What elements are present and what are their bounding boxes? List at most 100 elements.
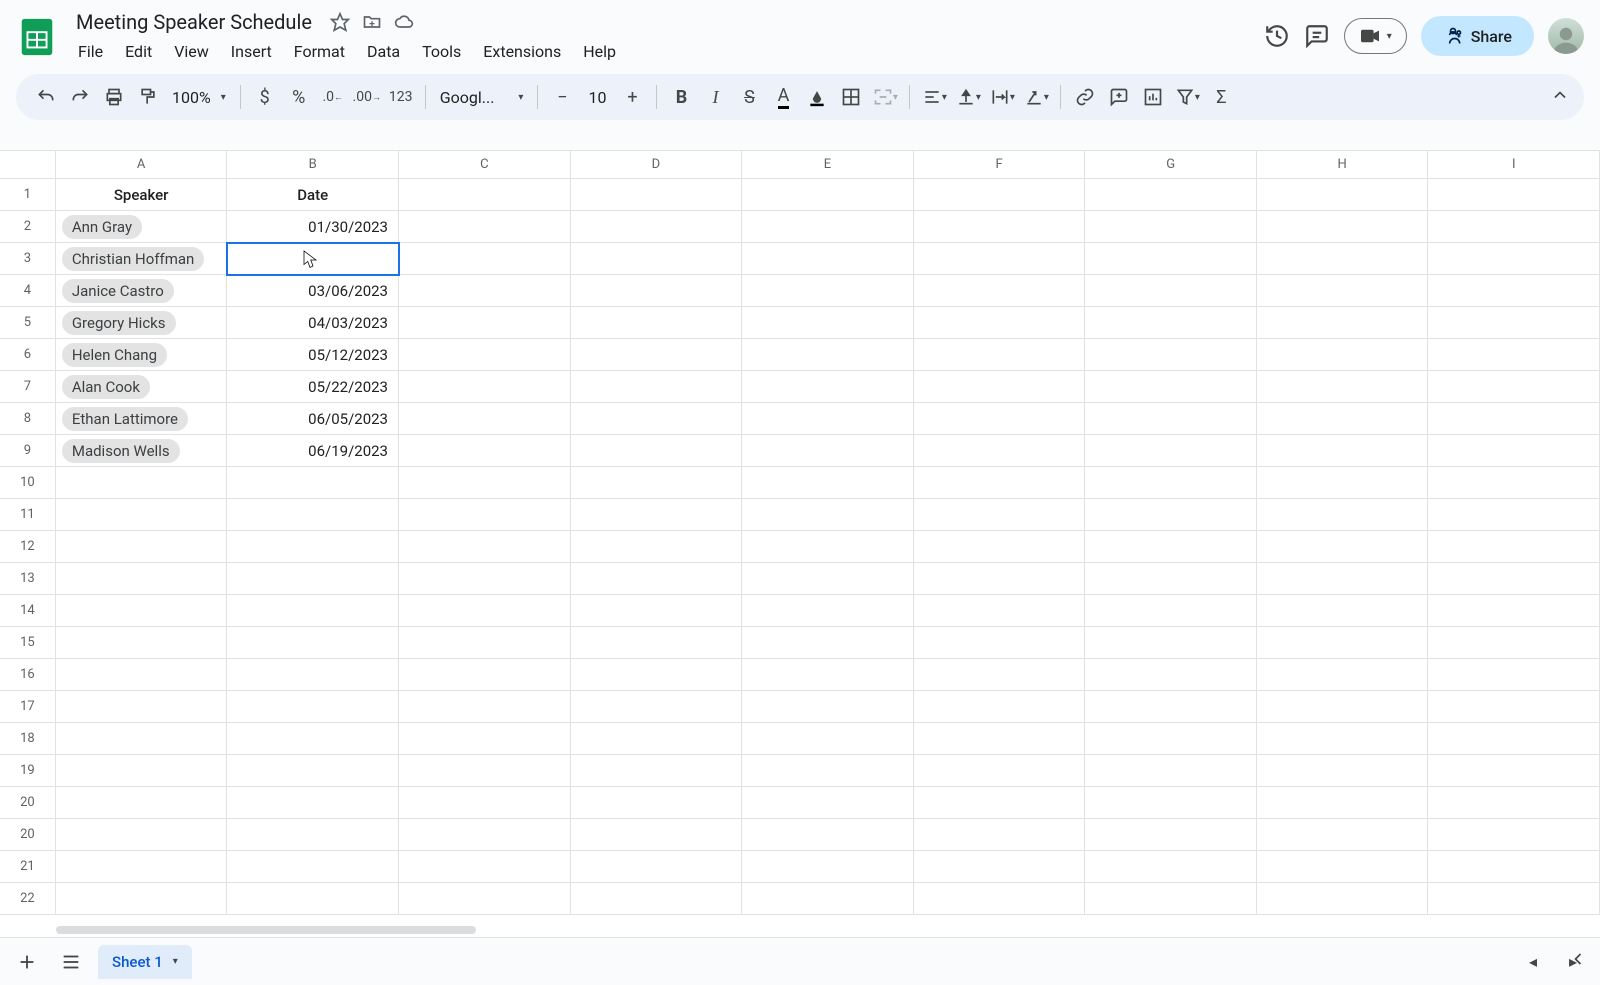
cell[interactable] bbox=[742, 243, 914, 275]
menu-extensions[interactable]: Extensions bbox=[473, 38, 571, 65]
cell[interactable] bbox=[1257, 339, 1429, 371]
row-header[interactable]: 20 bbox=[0, 819, 56, 851]
row-header[interactable]: 20 bbox=[0, 787, 56, 819]
cell[interactable] bbox=[399, 211, 571, 243]
cell[interactable] bbox=[1085, 691, 1257, 723]
text-color-button[interactable]: A bbox=[767, 81, 799, 113]
col-header-F[interactable]: F bbox=[914, 151, 1086, 178]
cell[interactable] bbox=[1257, 435, 1429, 467]
select-all-corner[interactable] bbox=[0, 151, 56, 178]
cell[interactable] bbox=[399, 179, 571, 211]
cell[interactable]: 01/30/2023 bbox=[227, 211, 399, 243]
cell[interactable] bbox=[399, 435, 571, 467]
cell[interactable] bbox=[399, 819, 571, 851]
cell[interactable] bbox=[914, 659, 1086, 691]
cell[interactable] bbox=[1428, 787, 1600, 819]
cell[interactable] bbox=[227, 787, 399, 819]
cell[interactable] bbox=[1428, 467, 1600, 499]
cell[interactable] bbox=[1428, 435, 1600, 467]
cell[interactable] bbox=[56, 691, 228, 723]
cell[interactable] bbox=[56, 499, 228, 531]
cell[interactable]: Speaker bbox=[56, 179, 228, 211]
cell[interactable] bbox=[571, 211, 743, 243]
col-header-G[interactable]: G bbox=[1085, 151, 1257, 178]
undo-button[interactable] bbox=[30, 81, 62, 113]
collapse-toolbar-button[interactable] bbox=[1550, 85, 1570, 109]
cell[interactable] bbox=[399, 531, 571, 563]
cell[interactable] bbox=[1257, 595, 1429, 627]
currency-button[interactable]: $ bbox=[249, 81, 281, 113]
cell[interactable] bbox=[1085, 211, 1257, 243]
row-header[interactable]: 3 bbox=[0, 243, 56, 275]
cell[interactable]: 06/05/2023 bbox=[227, 403, 399, 435]
explore-button[interactable] bbox=[1568, 949, 1588, 973]
cell[interactable] bbox=[571, 435, 743, 467]
text-rotation-button[interactable]: ▾ bbox=[1020, 81, 1052, 113]
cell[interactable] bbox=[56, 723, 228, 755]
menu-data[interactable]: Data bbox=[357, 38, 410, 65]
menu-format[interactable]: Format bbox=[284, 38, 355, 65]
cell[interactable] bbox=[1428, 627, 1600, 659]
cell[interactable] bbox=[56, 659, 228, 691]
history-icon[interactable] bbox=[1264, 23, 1290, 49]
cell[interactable] bbox=[742, 755, 914, 787]
cell[interactable] bbox=[1085, 243, 1257, 275]
cell[interactable] bbox=[399, 595, 571, 627]
share-button[interactable]: Share bbox=[1421, 16, 1534, 56]
row-header[interactable]: 4 bbox=[0, 275, 56, 307]
cell[interactable] bbox=[1428, 563, 1600, 595]
cell[interactable] bbox=[1257, 371, 1429, 403]
cell[interactable] bbox=[742, 819, 914, 851]
cell[interactable] bbox=[1085, 883, 1257, 915]
cell[interactable] bbox=[571, 691, 743, 723]
cell[interactable] bbox=[1428, 339, 1600, 371]
row-header[interactable]: 17 bbox=[0, 691, 56, 723]
cell[interactable] bbox=[1428, 819, 1600, 851]
cloud-icon[interactable] bbox=[394, 12, 414, 32]
cell[interactable] bbox=[399, 883, 571, 915]
vertical-align-button[interactable]: ▾ bbox=[952, 81, 984, 113]
cell[interactable] bbox=[399, 659, 571, 691]
bold-button[interactable]: B bbox=[665, 81, 697, 113]
col-header-I[interactable]: I bbox=[1428, 151, 1600, 178]
cell[interactable] bbox=[1428, 243, 1600, 275]
cell[interactable] bbox=[914, 819, 1086, 851]
row-header[interactable]: 5 bbox=[0, 307, 56, 339]
cell[interactable] bbox=[1085, 627, 1257, 659]
horizontal-align-button[interactable]: ▾ bbox=[918, 81, 950, 113]
cell[interactable] bbox=[1257, 627, 1429, 659]
horizontal-scrollbar[interactable] bbox=[56, 923, 1582, 937]
scroll-left-button[interactable]: ◂ bbox=[1516, 945, 1550, 979]
cell[interactable] bbox=[1085, 339, 1257, 371]
cell[interactable] bbox=[914, 755, 1086, 787]
cell[interactable] bbox=[571, 371, 743, 403]
cell[interactable] bbox=[1257, 403, 1429, 435]
cell[interactable] bbox=[1085, 435, 1257, 467]
cell[interactable] bbox=[56, 467, 228, 499]
cell[interactable] bbox=[571, 275, 743, 307]
cell[interactable] bbox=[1085, 467, 1257, 499]
cell[interactable] bbox=[1428, 531, 1600, 563]
cell[interactable] bbox=[742, 371, 914, 403]
cell[interactable] bbox=[914, 499, 1086, 531]
cell[interactable] bbox=[56, 755, 228, 787]
account-avatar[interactable] bbox=[1548, 18, 1584, 54]
cell[interactable] bbox=[56, 627, 228, 659]
menu-view[interactable]: View bbox=[164, 38, 219, 65]
cell[interactable] bbox=[571, 819, 743, 851]
cell[interactable] bbox=[1257, 275, 1429, 307]
row-header[interactable]: 18 bbox=[0, 723, 56, 755]
cell[interactable] bbox=[1085, 275, 1257, 307]
cell[interactable] bbox=[1428, 659, 1600, 691]
cell[interactable] bbox=[742, 627, 914, 659]
cell[interactable] bbox=[1428, 371, 1600, 403]
cell[interactable] bbox=[1085, 755, 1257, 787]
row-header[interactable]: 9 bbox=[0, 435, 56, 467]
cell[interactable] bbox=[914, 371, 1086, 403]
row-header[interactable]: 1 bbox=[0, 179, 56, 211]
people-chip[interactable]: Ethan Lattimore bbox=[62, 407, 188, 431]
people-chip[interactable]: Helen Chang bbox=[62, 343, 167, 367]
cell[interactable] bbox=[227, 595, 399, 627]
col-header-H[interactable]: H bbox=[1257, 151, 1429, 178]
cell[interactable] bbox=[1428, 851, 1600, 883]
